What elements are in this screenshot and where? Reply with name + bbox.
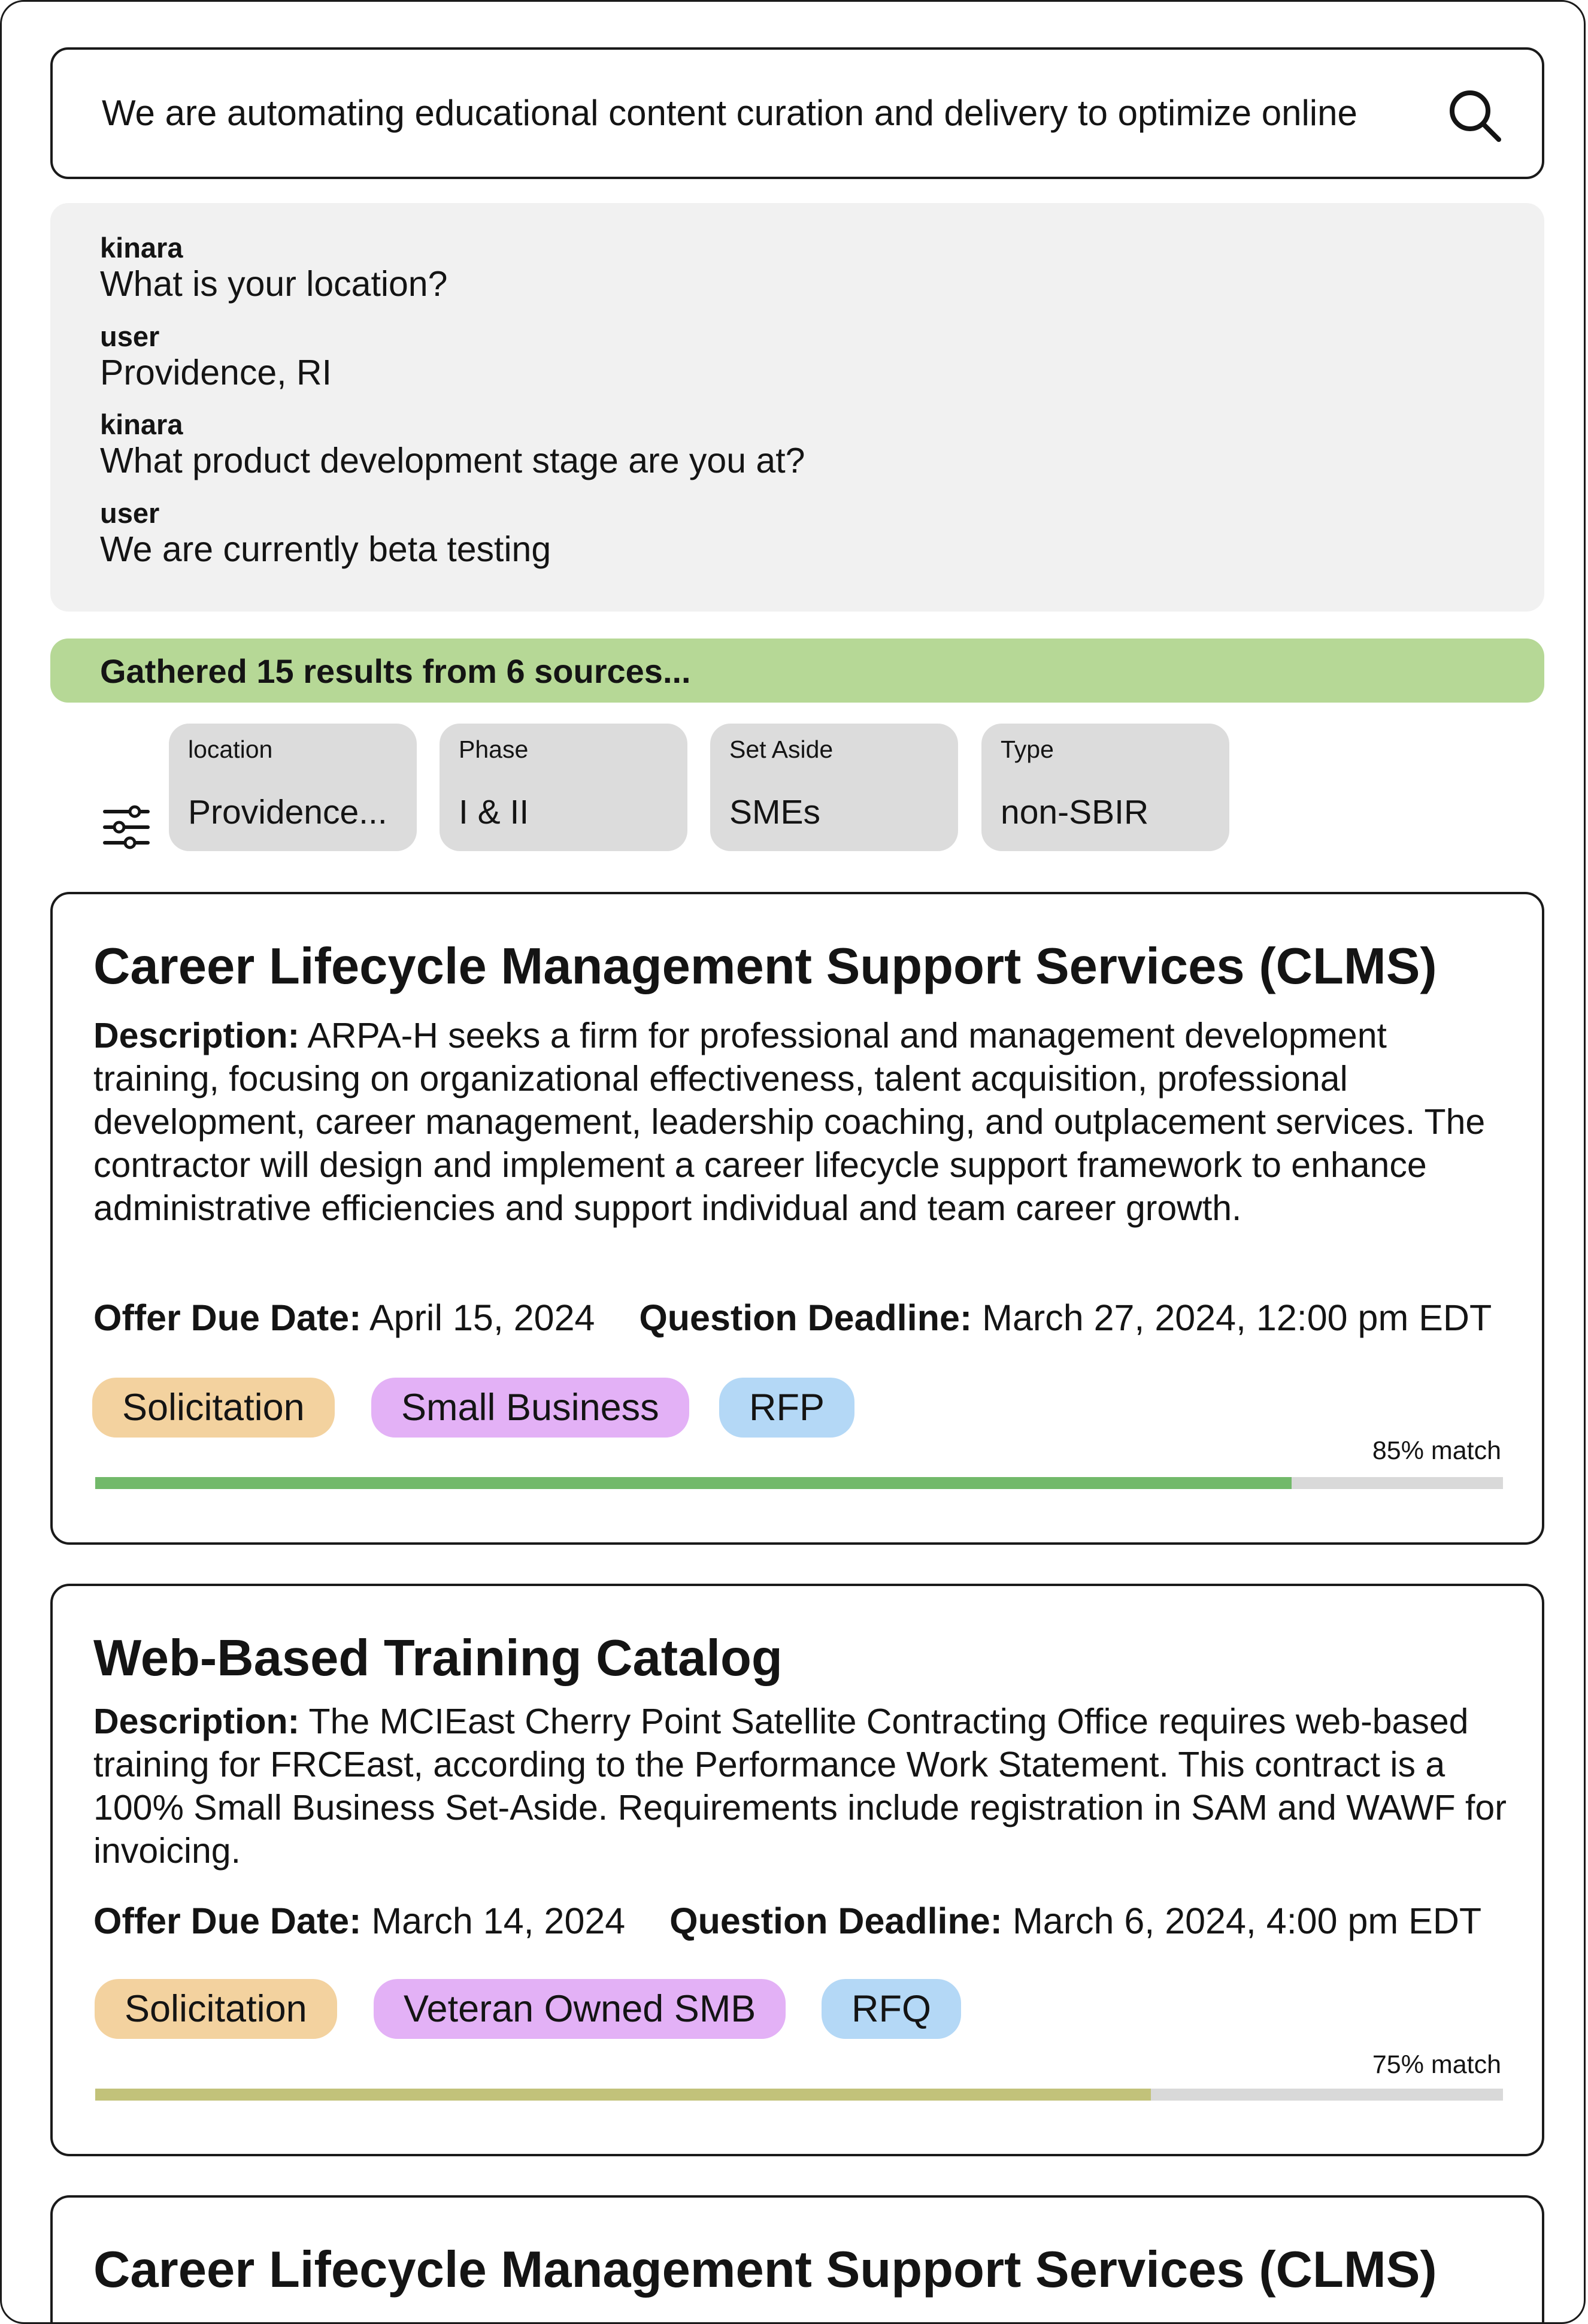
chat-role: kinara [100, 232, 183, 264]
tag-status[interactable]: Solicitation [95, 1979, 337, 2039]
match-bar [95, 2089, 1503, 2101]
filter-label: Set Aside [729, 736, 834, 763]
filter-phase[interactable]: Phase I & II [440, 724, 687, 851]
filter-label: Phase [459, 736, 529, 763]
match-bar [95, 1477, 1503, 1489]
result-description: Description: ARPA-H seeks a firm for pro… [93, 1014, 1519, 1230]
filter-value: non-SBIR [1001, 793, 1149, 831]
question-deadline-label: Question Deadline: [669, 1901, 1002, 1941]
description-label: Description: [93, 1702, 300, 1741]
search-input[interactable] [102, 74, 1455, 152]
result-card[interactable]: Web-Based Training Catalog Description: … [50, 1584, 1544, 2156]
description-text: The MCIEast Cherry Point Satellite Contr… [93, 1702, 1507, 1871]
result-title[interactable]: Career Lifecycle Management Support Serv… [93, 937, 1437, 996]
result-card[interactable]: Career Lifecycle Management Support Serv… [50, 2195, 1544, 2322]
result-dates: Offer Due Date: March 14, 2024 Question … [93, 1900, 1481, 1942]
match-percentage: 85% match [1372, 1436, 1501, 1465]
tag-type[interactable]: RFQ [822, 1979, 961, 2039]
question-deadline-label: Question Deadline: [639, 1297, 972, 1338]
question-deadline-value: March 6, 2024, 4:00 pm EDT [1012, 1901, 1482, 1941]
chat-role: user [100, 320, 160, 352]
match-percentage: 75% match [1372, 2050, 1501, 2079]
offer-due-value: March 14, 2024 [371, 1901, 626, 1941]
status-banner: Gathered 15 results from 6 sources... [50, 639, 1544, 703]
filter-location[interactable]: location Providence... [169, 724, 417, 851]
offer-due-label: Offer Due Date: [93, 1901, 362, 1941]
chat-message: We are currently beta testing [100, 529, 551, 569]
offer-due-label: Offer Due Date: [93, 1297, 362, 1338]
match-bar-fill [95, 1477, 1292, 1489]
chat-role: kinara [100, 408, 183, 440]
search-icon[interactable] [1445, 86, 1505, 146]
result-title[interactable]: Career Lifecycle Management Support Serv… [93, 2241, 1437, 2299]
result-card[interactable]: Career Lifecycle Management Support Serv… [50, 892, 1544, 1545]
filter-label: Type [1001, 736, 1054, 763]
description-text: ARPA-H seeks a firm for professional and… [93, 1016, 1486, 1228]
result-dates: Offer Due Date: April 15, 2024 Question … [93, 1297, 1492, 1339]
filter-value: I & II [459, 793, 529, 831]
chat-role: user [100, 497, 160, 529]
match-bar-fill [95, 2089, 1151, 2101]
tag-business[interactable]: Veteran Owned SMB [374, 1979, 786, 2039]
description-label: Description: [93, 1016, 300, 1055]
filter-value: SMEs [729, 793, 821, 831]
question-deadline-value: March 27, 2024, 12:00 pm EDT [982, 1297, 1492, 1338]
chat-message: What is your location? [100, 264, 448, 304]
sliders-icon[interactable] [102, 804, 150, 850]
status-text: Gathered 15 results from 6 sources... [100, 652, 691, 690]
chat-log: kinara What is your location? user Provi… [50, 203, 1544, 612]
result-title[interactable]: Web-Based Training Catalog [93, 1629, 783, 1688]
chat-message: Providence, RI [100, 353, 332, 392]
result-description: Description: The MCIEast Cherry Point Sa… [93, 1700, 1519, 1872]
offer-due-value: April 15, 2024 [369, 1297, 595, 1338]
filter-set-aside[interactable]: Set Aside SMEs [710, 724, 958, 851]
search-bar[interactable] [50, 47, 1544, 179]
tag-status[interactable]: Solicitation [92, 1378, 335, 1438]
app-window: kinara What is your location? user Provi… [0, 0, 1586, 2324]
tag-business[interactable]: Small Business [371, 1378, 689, 1438]
filter-type[interactable]: Type non-SBIR [981, 724, 1229, 851]
filter-value: Providence... [188, 793, 387, 831]
chat-message: What product development stage are you a… [100, 441, 805, 480]
filter-label: location [188, 736, 273, 763]
tag-type[interactable]: RFP [719, 1378, 854, 1438]
